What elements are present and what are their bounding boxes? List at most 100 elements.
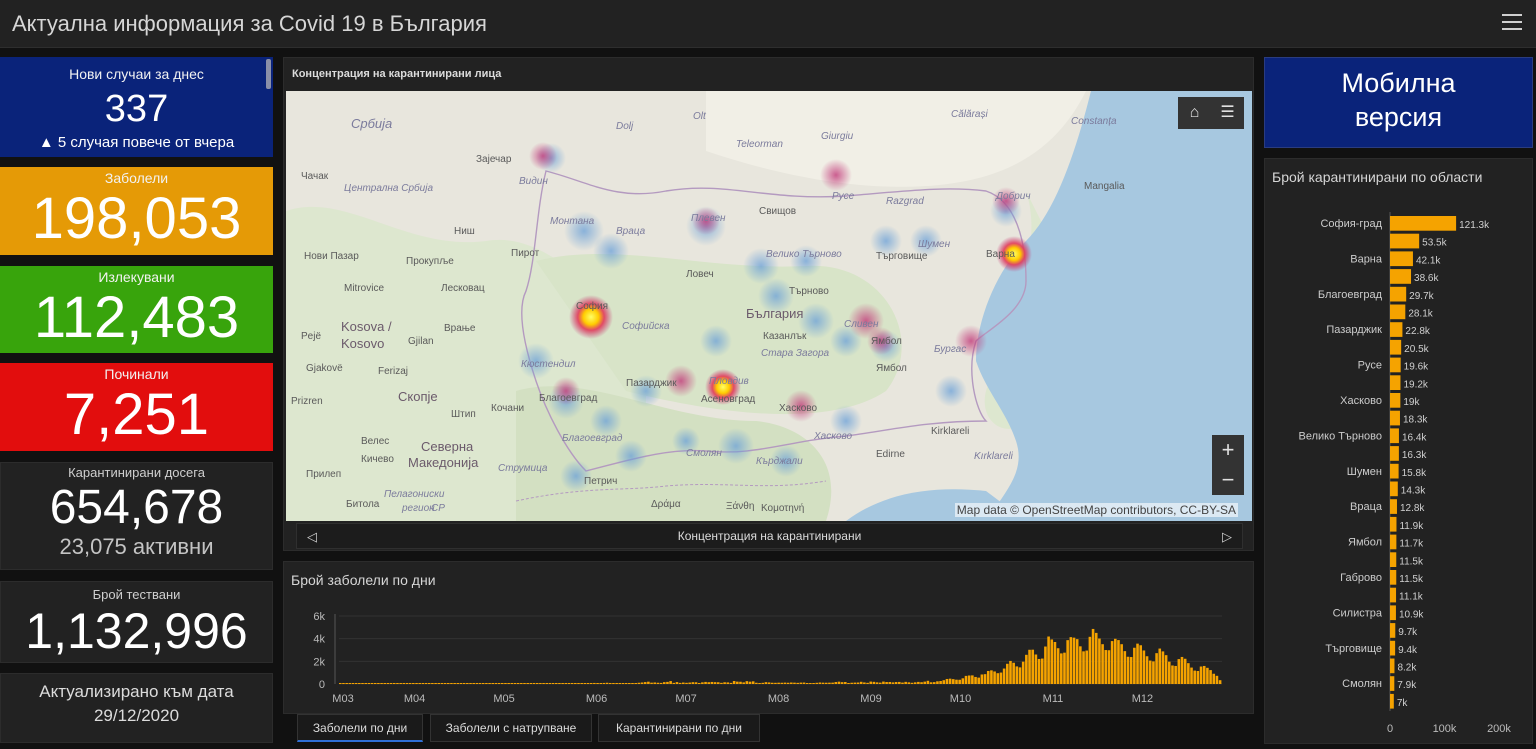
bar — [634, 683, 637, 684]
bar — [389, 683, 393, 684]
bar — [729, 682, 733, 684]
bar — [456, 683, 460, 684]
bar — [907, 682, 911, 684]
x-tick-label: M06 — [586, 693, 607, 705]
bar — [691, 682, 695, 684]
bar — [1123, 651, 1127, 684]
x-tick-label: 100k — [1433, 723, 1457, 735]
home-icon[interactable]: ⌂ — [1178, 97, 1211, 129]
bar — [396, 683, 399, 684]
map-label: Пелагониски — [384, 489, 445, 500]
bar — [507, 683, 510, 684]
bar — [761, 682, 765, 684]
bar — [554, 683, 558, 684]
value-label: 16.4k — [1402, 432, 1427, 443]
x-tick-label: 200k — [1487, 723, 1511, 735]
bar — [1390, 286, 1407, 302]
recovered-tile: Излекувани 112,483 — [0, 266, 273, 353]
value-label: 11.1k — [1399, 592, 1424, 603]
x-tick-label: M09 — [860, 693, 881, 705]
bar — [624, 683, 628, 684]
bar — [637, 682, 641, 684]
bar — [1390, 623, 1396, 638]
bar — [1075, 639, 1079, 684]
mobile-version-button[interactable]: Мобилна версия — [1264, 57, 1533, 148]
bar — [1148, 660, 1152, 684]
bar — [1002, 668, 1006, 684]
x-tick-label: M11 — [1043, 693, 1064, 705]
mobile-version-line2: версия — [1354, 102, 1443, 132]
bar — [917, 681, 920, 684]
bar — [1009, 660, 1012, 684]
bar — [1085, 650, 1088, 684]
map-label: Кичево — [361, 454, 394, 465]
bar — [1193, 670, 1196, 684]
bar — [1161, 651, 1165, 684]
bar — [840, 682, 844, 684]
bar — [1209, 670, 1212, 684]
bar — [936, 681, 939, 684]
tested-label: Брой тествани — [92, 587, 181, 602]
bar — [529, 683, 533, 684]
bar — [1120, 644, 1123, 684]
x-tick-label: M05 — [493, 693, 514, 705]
bar — [774, 682, 777, 684]
bar — [1060, 653, 1063, 684]
bar — [913, 682, 917, 684]
bar — [1390, 216, 1457, 231]
bar — [955, 679, 958, 684]
bar — [640, 682, 644, 684]
bar — [1215, 675, 1219, 684]
map-label: Кочани — [491, 403, 525, 414]
bar — [672, 682, 676, 684]
value-label: 53.5k — [1422, 238, 1447, 249]
bar — [952, 679, 955, 684]
zoom-in-button[interactable]: + — [1212, 435, 1244, 465]
bar — [669, 681, 672, 684]
map-label: Gjakovë — [306, 363, 343, 374]
map-footer-title: Концентрация на карантинирани — [677, 529, 862, 543]
bar — [1158, 648, 1162, 684]
bar — [364, 683, 367, 684]
map-attribution: Map data © OpenStreetMap contributors, C… — [954, 503, 1238, 517]
bar — [548, 683, 552, 684]
daily-chart-panel: Брой заболели по дни 0 2k 4k 6k M03 M04 M05 M06… — [283, 561, 1254, 714]
bar — [545, 683, 549, 684]
bar — [516, 683, 520, 684]
deceased-value: 7,251 — [63, 382, 210, 447]
list-icon[interactable]: ☰ — [1211, 97, 1244, 129]
bar — [348, 683, 352, 684]
hamburger-menu-icon[interactable] — [1502, 14, 1522, 32]
tab-daily-cases[interactable]: Заболели по дни — [297, 714, 423, 742]
map-label: Kosovo — [341, 336, 385, 351]
bar — [685, 682, 688, 684]
map-label: Constanța — [1071, 116, 1117, 127]
y-tick-label: 2k — [313, 656, 325, 668]
bar — [472, 683, 475, 684]
bar — [996, 673, 1000, 684]
x-tick-label: M08 — [768, 693, 789, 705]
bar — [574, 683, 577, 684]
value-label: 16.3k — [1402, 450, 1427, 461]
value-label: 10.9k — [1399, 609, 1424, 620]
tab-cumulative-cases[interactable]: Заболели с натрупване — [430, 714, 592, 742]
bar — [1142, 650, 1146, 684]
scrollbar-thumb[interactable] — [266, 59, 271, 89]
value-label: 7.9k — [1397, 680, 1417, 691]
bar — [481, 683, 485, 684]
tab-daily-quarantined[interactable]: Карантинирани по дни — [598, 714, 760, 742]
bar — [567, 683, 571, 684]
bar — [688, 682, 691, 684]
heat-map[interactable]: Србија Olt Dolj Teleorman Giurgiu Călăra… — [286, 91, 1252, 521]
next-arrow-icon[interactable]: ▷ — [1222, 529, 1232, 545]
bar — [932, 682, 936, 684]
bar — [666, 681, 669, 684]
bar — [1196, 670, 1200, 684]
category-label: Враца — [1350, 501, 1383, 513]
zoom-out-button[interactable]: − — [1212, 465, 1244, 495]
bar — [859, 681, 863, 684]
bar — [631, 683, 634, 684]
bar — [1390, 357, 1401, 373]
value-label: 121.3k — [1459, 220, 1490, 231]
bar — [491, 683, 495, 684]
